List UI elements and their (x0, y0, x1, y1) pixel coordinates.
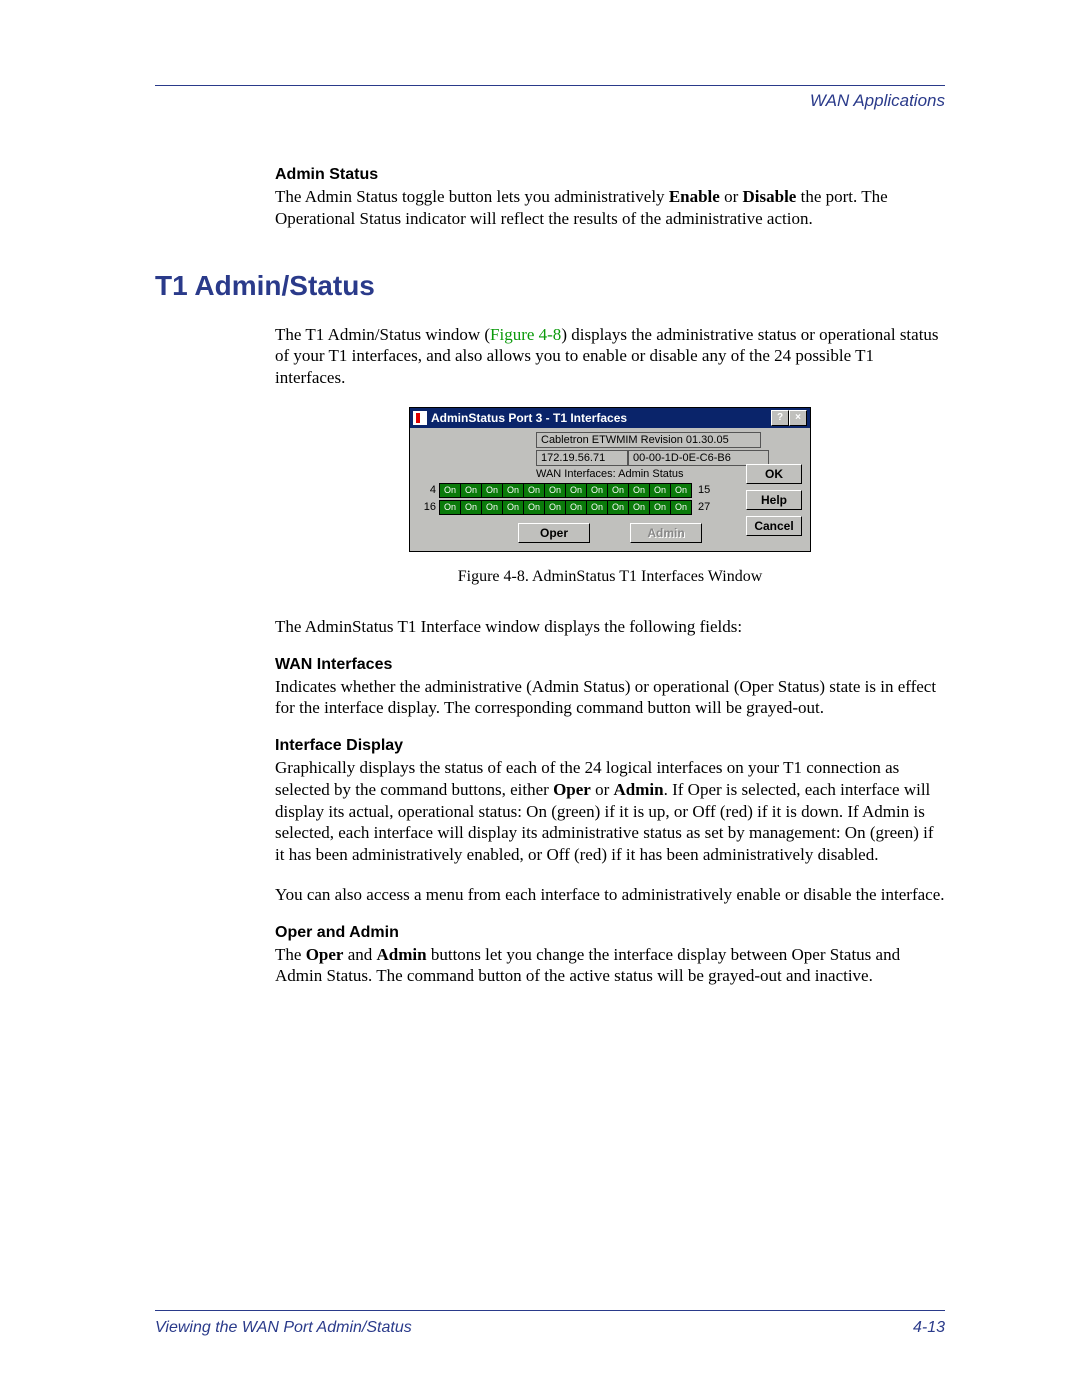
paragraph-after-figure: The AdminStatus T1 Interface window disp… (275, 616, 945, 638)
interface-cell[interactable]: On (503, 484, 524, 497)
close-icon[interactable]: × (789, 410, 807, 426)
interface-cell[interactable]: On (440, 484, 461, 497)
intro-paragraph: The T1 Admin/Status window (Figure 4-8) … (275, 324, 945, 389)
interface-cell[interactable]: On (440, 501, 461, 514)
interface-cell[interactable]: On (587, 501, 608, 514)
wan-interfaces-text: Indicates whether the administrative (Ad… (275, 676, 945, 720)
footer-left: Viewing the WAN Port Admin/Status (155, 1319, 412, 1337)
interface-cell[interactable]: On (671, 484, 691, 497)
interface-cell[interactable]: On (503, 501, 524, 514)
interface-cell[interactable]: On (608, 501, 629, 514)
cancel-button[interactable]: Cancel (746, 516, 802, 536)
interface-cell[interactable]: On (482, 501, 503, 514)
help-icon[interactable]: ? (771, 410, 789, 426)
help-button[interactable]: Help (746, 490, 802, 510)
interface-cell[interactable]: On (629, 484, 650, 497)
interface-cell[interactable]: On (524, 501, 545, 514)
interface-cell[interactable]: On (566, 501, 587, 514)
page-footer: Viewing the WAN Port Admin/Status 4-13 (155, 1310, 945, 1337)
footer-page-number: 4-13 (913, 1319, 945, 1337)
oper-and-admin-heading: Oper and Admin (275, 924, 945, 942)
figure-caption: Figure 4-8. AdminStatus T1 Interfaces Wi… (275, 568, 945, 586)
admin-button: Admin (630, 523, 702, 543)
figure-reference-link[interactable]: Figure 4-8 (490, 325, 561, 344)
wan-interfaces-heading: WAN Interfaces (275, 656, 945, 674)
oper-button[interactable]: Oper (518, 523, 590, 543)
interface-cell[interactable]: On (566, 484, 587, 497)
interface-display-heading: Interface Display (275, 737, 945, 755)
figure-wrap: AdminStatus Port 3 - T1 Interfaces ? × C… (275, 407, 945, 586)
interface-cell[interactable]: On (461, 484, 482, 497)
header-section: WAN Applications (810, 91, 945, 111)
interface-cell[interactable]: On (587, 484, 608, 497)
interface-display-p1: Graphically displays the status of each … (275, 757, 945, 866)
oper-and-admin-text: The Oper and Admin buttons let you chang… (275, 944, 945, 988)
ok-button[interactable]: OK (746, 464, 802, 484)
app-icon (413, 411, 427, 425)
interface-cell[interactable]: On (671, 501, 691, 514)
interface-cell[interactable]: On (608, 484, 629, 497)
ip-field: 172.19.56.71 (536, 450, 628, 466)
section-heading-t1-admin-status: T1 Admin/Status (155, 270, 945, 302)
interface-cells-row2[interactable]: On On On On On On On On On On On On (439, 500, 692, 515)
interface-cell[interactable]: On (629, 501, 650, 514)
interface-cells-row1[interactable]: On On On On On On On On On On On On (439, 483, 692, 498)
dialog-titlebar: AdminStatus Port 3 - T1 Interfaces ? × (410, 408, 810, 428)
interface-cell[interactable]: On (650, 484, 671, 497)
dialog-title: AdminStatus Port 3 - T1 Interfaces (431, 411, 627, 425)
interface-cell[interactable]: On (545, 501, 566, 514)
interface-cell[interactable]: On (461, 501, 482, 514)
interface-cell[interactable]: On (524, 484, 545, 497)
interface-cell[interactable]: On (482, 484, 503, 497)
interface-display-p2: You can also access a menu from each int… (275, 884, 945, 906)
interface-cell[interactable]: On (650, 501, 671, 514)
admin-status-text: The Admin Status toggle button lets you … (275, 186, 945, 230)
header-rule (155, 85, 945, 86)
admin-status-heading: Admin Status (275, 166, 945, 184)
interface-cell[interactable]: On (545, 484, 566, 497)
adminstatus-dialog: AdminStatus Port 3 - T1 Interfaces ? × C… (409, 407, 811, 552)
device-field: Cabletron ETWMIM Revision 01.30.05 (536, 432, 761, 448)
